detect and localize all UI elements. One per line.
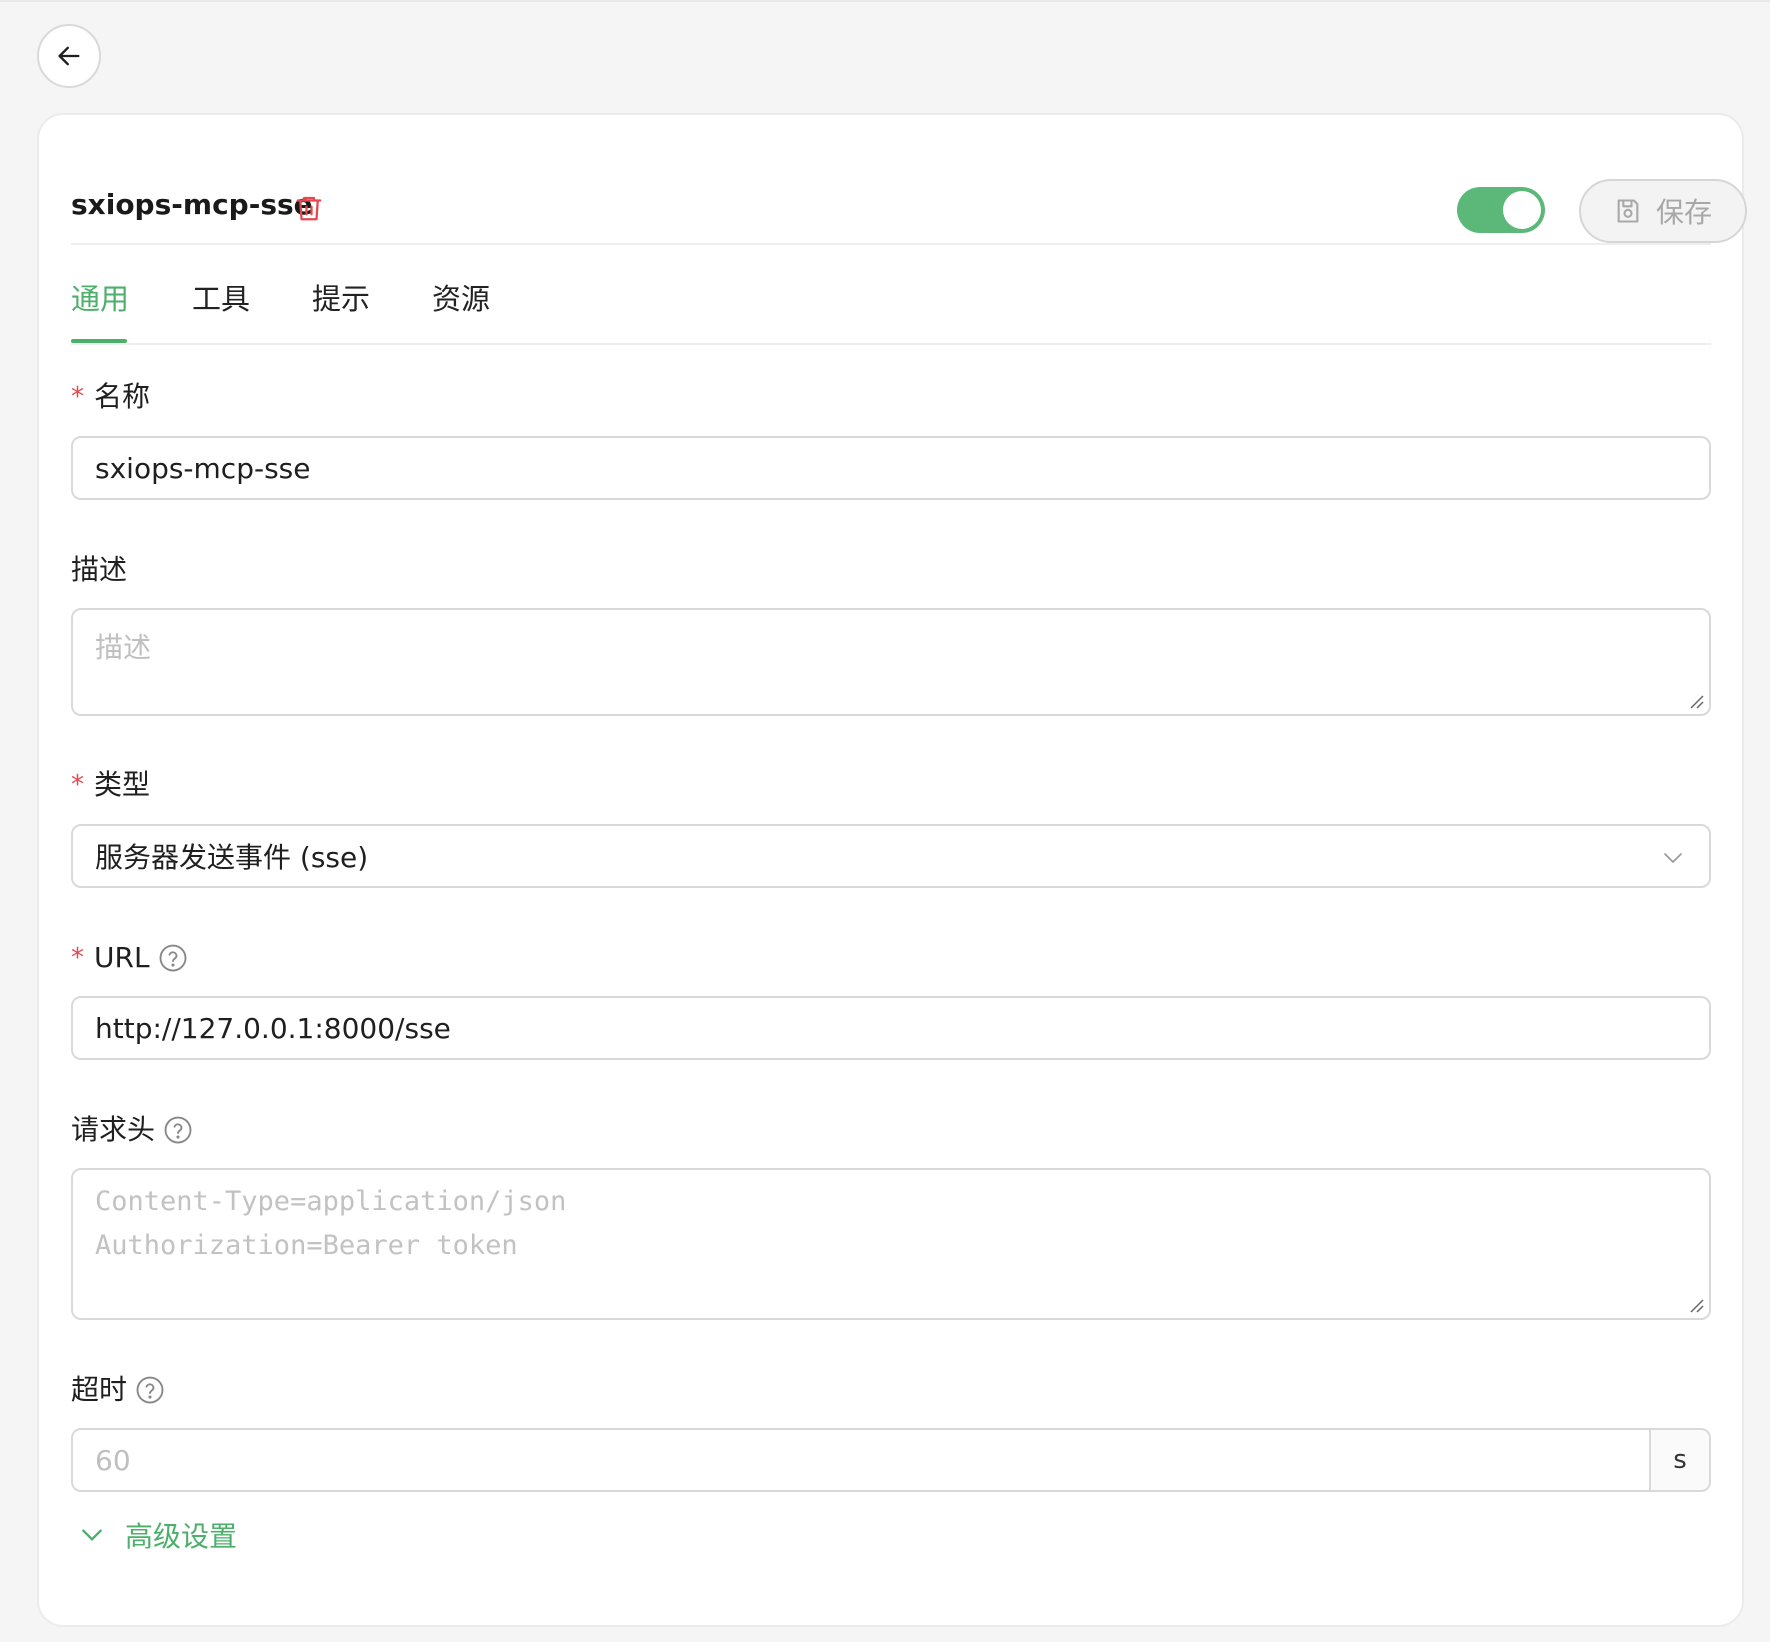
resize-handle-icon[interactable] [1687, 692, 1705, 710]
timeout-label: 超时 [71, 1375, 165, 1405]
required-marker: * [71, 770, 84, 800]
tab-tools[interactable]: 工具 [192, 285, 250, 314]
timeout-label-text: 超时 [71, 1373, 128, 1406]
headers-label: 请求头 [71, 1115, 193, 1145]
server-title: sxiops-mcp-sse [71, 188, 313, 221]
tab-prompts[interactable]: 提示 [312, 285, 370, 314]
back-button[interactable] [37, 24, 101, 88]
name-label-text: 名称 [94, 380, 151, 413]
timeout-input[interactable]: 60 s [71, 1428, 1711, 1492]
required-marker: * [71, 382, 84, 412]
enable-toggle[interactable] [1457, 187, 1545, 233]
description-label: 描述 [71, 556, 127, 584]
resize-handle-icon[interactable] [1687, 1296, 1705, 1314]
description-textarea[interactable]: 描述 [71, 608, 1711, 716]
server-config-card: sxiops-mcp-sse 保存 通用 工具 提示 资源 * 名称 sxiop… [37, 113, 1747, 1627]
advanced-settings-label: 高级设置 [125, 1520, 238, 1553]
save-button-label: 保存 [1655, 196, 1712, 229]
active-tab-indicator [71, 339, 127, 343]
url-label: * URL [71, 943, 188, 973]
question-circle-icon[interactable] [135, 1375, 165, 1405]
save-disk-icon [1617, 199, 1639, 223]
type-select-value: 服务器发送事件 (sse) [95, 841, 369, 874]
tab-resources[interactable]: 资源 [432, 285, 490, 314]
description-placeholder: 描述 [95, 631, 152, 664]
headers-textarea[interactable]: Content-Type=application/json Authorizat… [71, 1168, 1711, 1320]
name-label: * 名称 [71, 383, 150, 411]
headers-label-text: 请求头 [71, 1113, 156, 1146]
headers-placeholder: Content-Type=application/json Authorizat… [95, 1186, 567, 1261]
url-label-text: URL [94, 941, 150, 974]
type-label-text: 类型 [94, 768, 151, 801]
required-marker: * [71, 943, 84, 973]
name-input-value: sxiops-mcp-sse [95, 451, 311, 485]
tab-general[interactable]: 通用 [71, 285, 129, 314]
type-label: * 类型 [71, 771, 150, 799]
chevron-down-icon [82, 1529, 102, 1541]
url-input[interactable]: http://127.0.0.1:8000/sse [71, 996, 1711, 1060]
url-input-value: http://127.0.0.1:8000/sse [95, 1011, 451, 1045]
type-select[interactable]: 服务器发送事件 (sse) [71, 824, 1711, 888]
arrow-left-icon [58, 46, 80, 66]
question-circle-icon[interactable] [158, 943, 188, 973]
description-label-text: 描述 [71, 553, 128, 586]
name-input[interactable]: sxiops-mcp-sse [71, 436, 1711, 500]
tab-bar: 通用 工具 提示 资源 [71, 245, 1711, 345]
save-button[interactable]: 保存 [1579, 179, 1747, 243]
timeout-placeholder: 60 [95, 1443, 131, 1477]
toggle-knob [1503, 191, 1541, 229]
chevron-down-icon [1664, 853, 1682, 863]
question-circle-icon[interactable] [163, 1115, 193, 1145]
top-divider [0, 0, 1770, 2]
timeout-unit-suffix: s [1649, 1430, 1709, 1490]
advanced-settings-toggle[interactable]: 高级设置 [79, 1515, 237, 1555]
trash-icon[interactable] [294, 193, 324, 223]
card-header: sxiops-mcp-sse 保存 [71, 145, 1747, 245]
